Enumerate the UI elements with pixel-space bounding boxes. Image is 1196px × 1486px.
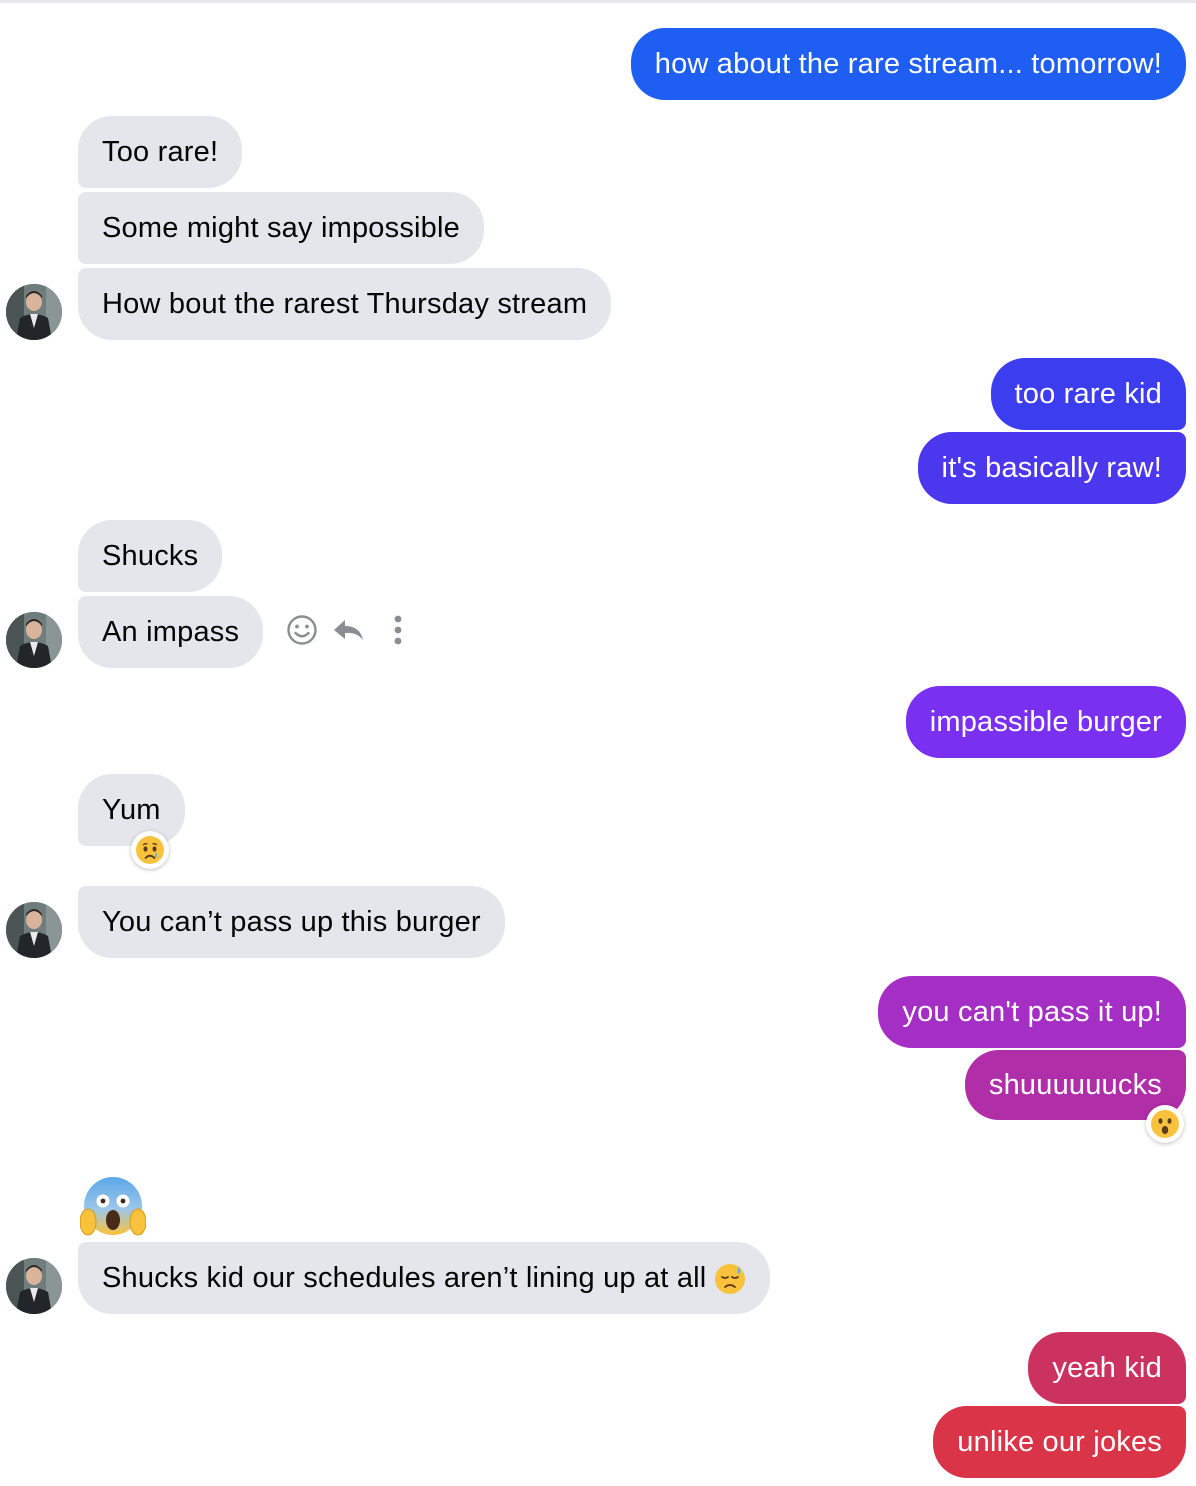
contact-avatar[interactable] bbox=[6, 1258, 62, 1314]
message-incoming[interactable]: Shucks kid our schedules aren’t lining u… bbox=[78, 1242, 771, 1314]
message-outgoing[interactable]: unlike our jokes bbox=[933, 1406, 1186, 1478]
message-outgoing[interactable]: it's basically raw! bbox=[917, 432, 1186, 504]
message-outgoing[interactable]: how about the rare stream... tomorrow! bbox=[630, 28, 1186, 100]
smiley-icon[interactable] bbox=[284, 610, 320, 650]
top-divider bbox=[0, 0, 1196, 3]
message-text: Shucks kid our schedules aren’t lining u… bbox=[102, 1262, 707, 1294]
downcast-sweat-face-icon bbox=[714, 1263, 746, 1295]
message-incoming[interactable]: You can’t pass up this burger bbox=[78, 886, 505, 958]
message-outgoing[interactable]: too rare kid bbox=[990, 358, 1186, 430]
message-incoming[interactable]: Yum bbox=[78, 774, 185, 846]
reply-icon[interactable] bbox=[330, 610, 366, 650]
screaming-face-emoji-icon bbox=[79, 1174, 147, 1240]
message-incoming[interactable]: How bout the rarest Thursday stream bbox=[78, 268, 612, 340]
message-incoming[interactable]: An impass bbox=[78, 596, 264, 668]
crying-face-reaction-icon[interactable] bbox=[131, 831, 169, 869]
contact-avatar[interactable] bbox=[6, 612, 62, 668]
message-incoming[interactable]: Shucks bbox=[78, 520, 223, 592]
message-actions bbox=[284, 610, 414, 650]
more-icon[interactable] bbox=[380, 610, 416, 650]
contact-avatar[interactable] bbox=[6, 902, 62, 958]
message-outgoing[interactable]: yeah kid bbox=[1028, 1332, 1186, 1404]
message-incoming[interactable]: Too rare! bbox=[78, 116, 243, 188]
message-outgoing[interactable]: you can't pass it up! bbox=[878, 976, 1186, 1048]
message-outgoing[interactable]: impassible burger bbox=[905, 686, 1186, 758]
message-incoming[interactable]: Some might say impossible bbox=[78, 192, 484, 264]
surprised-face-reaction-icon[interactable] bbox=[1146, 1105, 1184, 1143]
contact-avatar[interactable] bbox=[6, 284, 62, 340]
